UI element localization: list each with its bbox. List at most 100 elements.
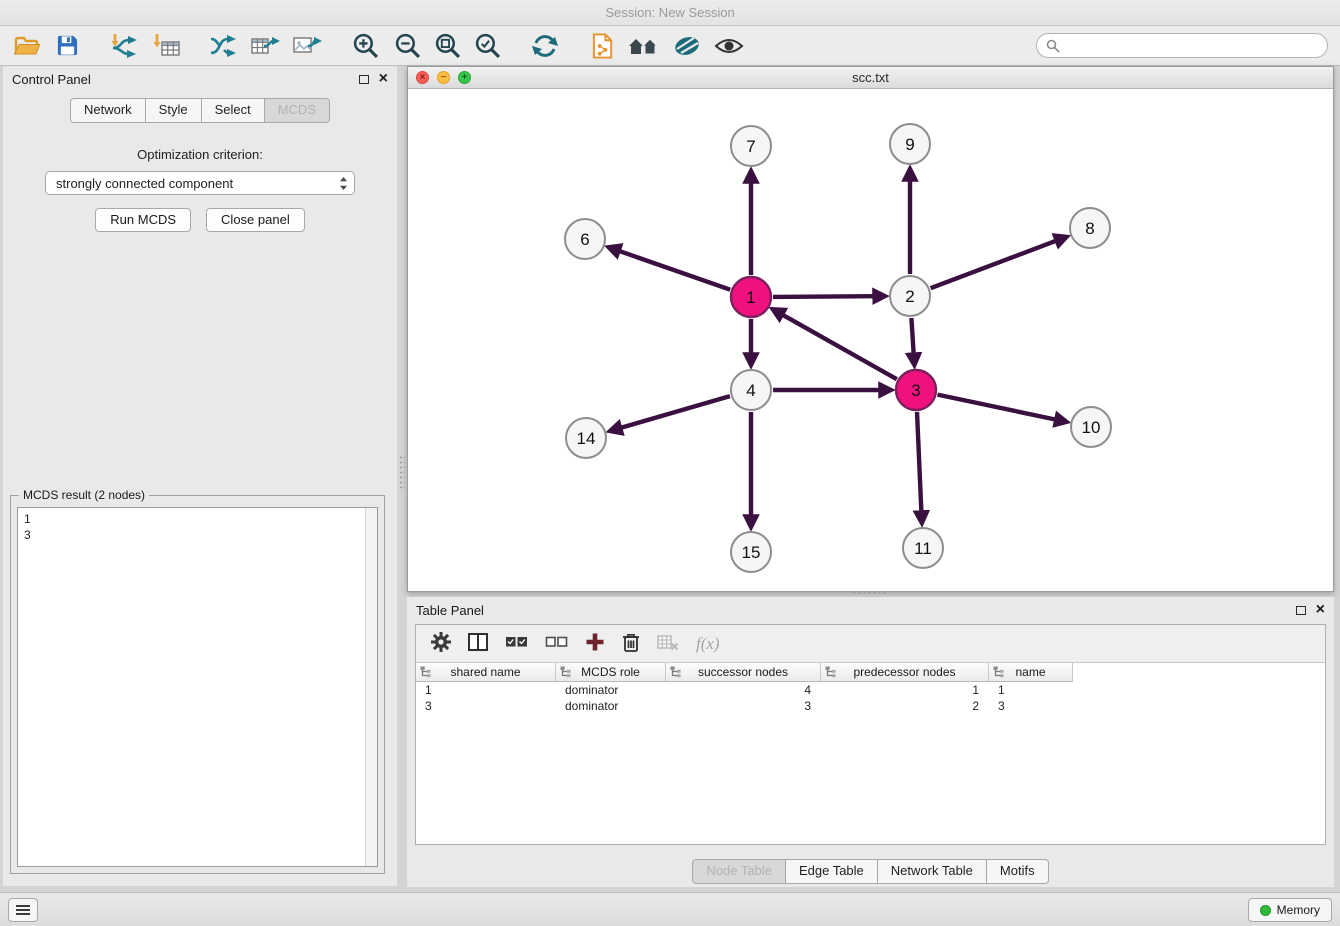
search-input[interactable]	[1065, 38, 1318, 53]
import-table-button[interactable]	[150, 30, 184, 62]
gear-icon	[431, 632, 451, 652]
search-box[interactable]	[1036, 33, 1328, 58]
graph-node-7[interactable]: 7	[731, 126, 771, 166]
result-scrollbar[interactable]	[365, 508, 377, 866]
graph-edge-4-14[interactable]	[621, 396, 730, 428]
tab-mcds[interactable]: MCDS	[265, 98, 330, 123]
main-toolbar	[0, 26, 1340, 66]
graph-node-8[interactable]: 8	[1070, 208, 1110, 248]
graphics-details-button[interactable]	[670, 30, 704, 62]
save-session-button[interactable]	[50, 30, 84, 62]
add-row-button[interactable]	[585, 632, 605, 655]
tab-motifs[interactable]: Motifs	[987, 859, 1049, 884]
refresh-network-button[interactable]	[528, 30, 562, 62]
close-window-button[interactable]: ×	[416, 71, 429, 84]
destroy-table-button[interactable]	[657, 633, 679, 654]
horizontal-splitter-grip[interactable]	[852, 591, 888, 596]
graph-edge-1-6[interactable]	[619, 251, 730, 290]
select-all-button[interactable]	[505, 634, 528, 653]
graph-node-3[interactable]: 3	[896, 370, 936, 410]
window-titlebar[interactable]: Session: New Session	[0, 0, 1340, 26]
svg-text:7: 7	[746, 137, 755, 156]
graph-edge-2-3[interactable]	[911, 318, 913, 354]
table-cell: 1	[416, 682, 556, 698]
open-session-button[interactable]	[10, 30, 44, 62]
graph-edge-3-11[interactable]	[917, 412, 921, 512]
run-mcds-button[interactable]: Run MCDS	[95, 208, 191, 232]
tab-edge-table[interactable]: Edge Table	[786, 859, 878, 884]
optimization-criterion-select[interactable]: strongly connected component	[45, 171, 355, 195]
show-hide-button[interactable]	[712, 30, 746, 62]
close-panel-button[interactable]: Close panel	[206, 208, 305, 232]
close-panel-icon[interactable]: ×	[379, 73, 388, 85]
new-network-button[interactable]	[206, 30, 240, 62]
column-type-icon	[825, 666, 836, 681]
delete-row-button[interactable]	[622, 632, 640, 655]
mcds-result-list[interactable]: 1 3	[17, 507, 378, 867]
column-header-predecessor-nodes[interactable]: predecessor nodes	[821, 663, 989, 682]
graph-node-10[interactable]: 10	[1071, 407, 1111, 447]
import-network-button[interactable]	[106, 30, 140, 62]
tab-node-table[interactable]: Node Table	[692, 859, 786, 884]
graph-edge-3-10[interactable]	[938, 395, 1056, 420]
close-table-panel-icon[interactable]: ×	[1316, 604, 1325, 616]
export-table-button[interactable]	[248, 30, 282, 62]
svg-text:11: 11	[914, 539, 932, 558]
graph-node-4[interactable]: 4	[731, 370, 771, 410]
export-image-button[interactable]	[290, 30, 324, 62]
open-folder-icon	[13, 34, 41, 58]
tab-style[interactable]: Style	[146, 98, 202, 123]
minimize-window-button[interactable]: −	[437, 71, 450, 84]
select-all-icon	[505, 634, 528, 650]
import-table-icon	[153, 32, 181, 60]
column-type-icon	[670, 666, 681, 681]
clipboard-network-icon	[591, 32, 616, 60]
deselect-all-button[interactable]	[545, 634, 568, 653]
graph-edge-2-8[interactable]	[931, 241, 1057, 289]
svg-text:3: 3	[911, 381, 920, 400]
table-row[interactable]: 3dominator323	[416, 698, 1325, 714]
zoom-fit-icon	[434, 32, 461, 59]
zoom-fit-button[interactable]	[430, 30, 464, 62]
graph-node-6[interactable]: 6	[565, 219, 605, 259]
search-icon	[1046, 39, 1060, 53]
zoom-out-button[interactable]	[390, 30, 424, 62]
graph-edge-1-2[interactable]	[773, 296, 874, 297]
table-toolbar: f(x)	[416, 625, 1325, 663]
graph-node-9[interactable]: 9	[890, 124, 930, 164]
column-header-successor-nodes[interactable]: successor nodes	[666, 663, 821, 682]
vertical-splitter-grip[interactable]	[399, 455, 405, 491]
table-settings-button[interactable]	[431, 632, 451, 655]
graph-node-15[interactable]: 15	[731, 532, 771, 572]
maximize-window-button[interactable]: +	[458, 71, 471, 84]
graph-node-2[interactable]: 2	[890, 276, 930, 316]
graph-node-11[interactable]: 11	[903, 528, 943, 568]
function-builder-button[interactable]: f(x)	[696, 634, 720, 654]
tab-network-table[interactable]: Network Table	[878, 859, 987, 884]
graph-edge-3-1[interactable]	[782, 315, 896, 380]
task-history-button[interactable]	[8, 898, 38, 922]
result-line: 1	[24, 511, 371, 527]
column-header-MCDS-role[interactable]: MCDS role	[556, 663, 666, 682]
table-row[interactable]: 1dominator411	[416, 682, 1325, 698]
zoom-selected-button[interactable]	[470, 30, 504, 62]
column-header-shared-name[interactable]: shared name	[416, 663, 556, 682]
graph-node-1[interactable]: 1	[731, 277, 771, 317]
column-label: name	[1015, 665, 1045, 679]
memory-button[interactable]: Memory	[1248, 898, 1332, 922]
zoom-in-button[interactable]	[348, 30, 382, 62]
float-table-panel-icon[interactable]	[1296, 606, 1306, 615]
clipboard-network-button[interactable]	[586, 30, 620, 62]
float-panel-icon[interactable]	[359, 75, 369, 84]
tab-network[interactable]: Network	[70, 98, 146, 123]
column-header-name[interactable]: name	[989, 663, 1073, 682]
import-network-icon	[108, 32, 138, 60]
network-window-titlebar[interactable]: × − + scc.txt	[408, 67, 1333, 89]
tab-select[interactable]: Select	[202, 98, 265, 123]
svg-text:10: 10	[1082, 418, 1101, 437]
table-panel: Table Panel ×	[407, 597, 1334, 887]
first-neighbors-button[interactable]	[626, 30, 660, 62]
graph-node-14[interactable]: 14	[566, 418, 606, 458]
network-canvas[interactable]: 7 9 6 8 1 2 4 3 10 14 15 11	[408, 89, 1333, 591]
show-column-button[interactable]	[468, 633, 488, 654]
